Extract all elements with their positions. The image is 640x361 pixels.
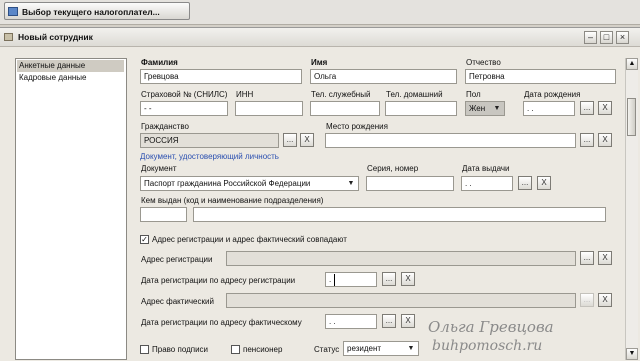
actual-reg-date-field[interactable]: . . <box>325 314 377 329</box>
section-list: Анкетные данные Кадровые данные <box>15 58 127 360</box>
issue-date-picker-button[interactable]: ... <box>518 176 532 190</box>
reg-date-label: Дата регистрации по адресу регистрации <box>141 276 296 285</box>
name-label: Имя <box>311 58 328 67</box>
same-address-label: Адрес регистрации и адрес фактический со… <box>152 235 347 244</box>
surname-field[interactable]: Гревцова <box>140 69 302 84</box>
watermark-name: Ольга Гревцова <box>428 318 554 336</box>
reg-address-clear-button[interactable]: X <box>598 251 612 265</box>
document-label: Документ <box>141 164 177 173</box>
patronymic-label: Отчество <box>466 58 501 67</box>
name-field[interactable]: Ольга <box>310 69 457 84</box>
birth-date-clear-button[interactable]: X <box>598 101 612 115</box>
series-number-field[interactable] <box>366 176 454 191</box>
id-section-heading: Документ, удостоверяющий личность <box>140 152 279 161</box>
sex-label: Пол <box>466 90 481 99</box>
actual-reg-date-label: Дата регистрации по адресу фактическому <box>141 318 302 327</box>
watermark-site: buhpomosch.ru <box>432 338 543 354</box>
reg-address-select-button[interactable]: ... <box>580 251 594 265</box>
close-icon[interactable]: × <box>616 31 629 44</box>
sidebar-item-hr-data[interactable]: Кадровые данные <box>17 72 124 84</box>
document-select[interactable]: Паспорт гражданина Российской Федерации … <box>140 176 359 191</box>
status-select[interactable]: резидент ▼ <box>343 341 419 356</box>
birth-place-select-button[interactable]: ... <box>580 133 594 147</box>
citizenship-clear-button[interactable]: X <box>300 133 314 147</box>
chevron-down-icon[interactable]: ▼ <box>346 178 356 189</box>
scroll-thumb[interactable] <box>627 98 636 136</box>
pensioner-label: пенсионер <box>243 345 283 354</box>
actual-address-label: Адрес фактический <box>141 297 214 306</box>
actual-address-select-button[interactable]: ... <box>580 293 594 307</box>
issue-date-clear-button[interactable]: X <box>537 176 551 190</box>
window-title: Новый сотрудник <box>18 32 93 42</box>
sex-value: Жен <box>469 104 486 113</box>
employee-window: Новый сотрудник – □ × Анкетные данные Ка… <box>0 27 640 361</box>
maximize-icon[interactable]: □ <box>600 31 613 44</box>
sex-select[interactable]: Жен ▼ <box>465 101 505 116</box>
reg-date-clear-button[interactable]: X <box>401 272 415 286</box>
reg-address-field[interactable] <box>226 251 576 266</box>
issued-by-code-field[interactable] <box>140 207 187 222</box>
issued-by-field[interactable] <box>193 207 606 222</box>
document-value: Паспорт гражданина Российской Федерации <box>144 179 311 188</box>
actual-reg-date-picker-button[interactable]: ... <box>382 314 396 328</box>
actual-address-clear-button[interactable]: X <box>598 293 612 307</box>
snils-label: Страховой № (СНИЛС) <box>141 90 228 99</box>
taxpayer-select-task-button[interactable]: Выбор текущего налогоплател... <box>4 2 190 20</box>
work-phone-field[interactable] <box>310 101 380 116</box>
minimize-icon[interactable]: – <box>584 31 597 44</box>
birth-place-clear-button[interactable]: X <box>598 133 612 147</box>
reg-address-label: Адрес регистрации <box>141 255 213 264</box>
actual-reg-date-clear-button[interactable]: X <box>401 314 415 328</box>
task-button-label: Выбор текущего налогоплател... <box>22 7 160 17</box>
signature-right-checkbox[interactable] <box>140 345 149 354</box>
home-phone-label: Тел. домашний <box>386 90 443 99</box>
scroll-up-icon[interactable]: ▲ <box>626 58 638 70</box>
citizenship-select-button[interactable]: ... <box>283 133 297 147</box>
reg-date-field[interactable]: . . <box>325 272 377 287</box>
work-phone-label: Тел. служебный <box>311 90 371 99</box>
status-label: Статус <box>314 345 340 354</box>
issued-by-label: Кем выдан (код и наименование подразделе… <box>141 196 324 205</box>
birth-date-picker-button[interactable]: ... <box>580 101 594 115</box>
same-address-checkbox[interactable]: ✓ <box>140 235 149 244</box>
surname-label: Фамилия <box>141 58 178 67</box>
status-value: резидент <box>347 344 382 353</box>
reg-date-picker-button[interactable]: ... <box>382 272 396 286</box>
window-titlebar: Новый сотрудник – □ × <box>0 28 640 47</box>
sidebar-item-personal-data[interactable]: Анкетные данные <box>17 60 124 72</box>
signature-right-label: Право подписи <box>152 345 209 354</box>
chevron-down-icon[interactable]: ▼ <box>492 103 502 114</box>
patronymic-field[interactable]: Петровна <box>465 69 616 84</box>
birth-date-field[interactable]: . . <box>523 101 575 116</box>
text-cursor <box>334 274 335 286</box>
series-number-label: Серия, номер <box>367 164 419 173</box>
birth-place-field[interactable] <box>325 133 576 148</box>
citizenship-field[interactable]: РОССИЯ <box>140 133 279 148</box>
citizenship-label: Гражданство <box>141 122 189 131</box>
home-phone-field[interactable] <box>385 101 457 116</box>
scroll-down-icon[interactable]: ▼ <box>626 348 638 360</box>
snils-field[interactable]: - - <box>140 101 228 116</box>
vertical-scrollbar[interactable]: ▲ ▼ <box>625 58 638 360</box>
app-icon <box>8 7 18 16</box>
birth-place-label: Место рождения <box>326 122 388 131</box>
inn-label: ИНН <box>236 90 254 99</box>
inn-field[interactable] <box>235 101 303 116</box>
issue-date-label: Дата выдачи <box>462 164 510 173</box>
issue-date-field[interactable]: . . <box>461 176 513 191</box>
birth-date-label: Дата рождения <box>524 90 581 99</box>
form-icon <box>4 33 13 41</box>
pensioner-checkbox[interactable] <box>231 345 240 354</box>
actual-address-field[interactable] <box>226 293 576 308</box>
chevron-down-icon[interactable]: ▼ <box>406 343 416 354</box>
task-bar: Выбор текущего налогоплател... <box>0 0 640 25</box>
